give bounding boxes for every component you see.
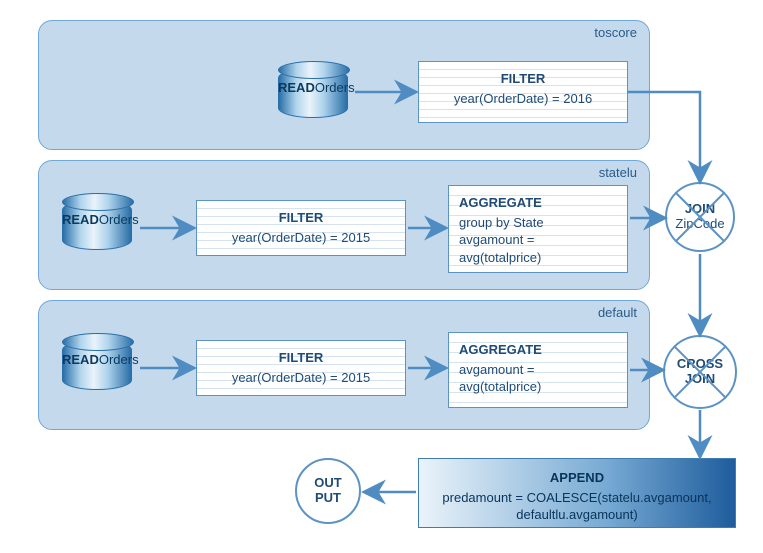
append-node: APPEND predamount = COALESCE(statelu.avg… xyxy=(418,458,736,528)
filter-default: FILTER year(OrderDate) = 2015 xyxy=(196,340,406,396)
append-title: APPEND xyxy=(431,469,723,487)
lane-label-statelu: statelu xyxy=(599,165,637,180)
db-default: READOrders xyxy=(62,340,134,415)
aggregate-statelu: AGGREGATE group by State avgamount = avg… xyxy=(448,185,628,273)
filter-toscore: FILTER year(OrderDate) = 2016 xyxy=(418,61,628,123)
db-statelu: READOrders xyxy=(62,200,134,275)
db-read-label: READ xyxy=(278,80,315,95)
crossjoin-node: CROSS JOIN xyxy=(663,335,737,409)
filter-title: FILTER xyxy=(429,70,617,88)
output-node: OUT PUT xyxy=(295,458,361,524)
db-source-label: Orders xyxy=(315,80,355,95)
filter-cond: year(OrderDate) = 2016 xyxy=(454,91,592,106)
lane-label-toscore: toscore xyxy=(594,25,637,40)
aggregate-default: AGGREGATE avgamount = avg(totalprice) xyxy=(448,332,628,408)
lane-label-default: default xyxy=(598,305,637,320)
filter-statelu: FILTER year(OrderDate) = 2015 xyxy=(196,200,406,256)
db-toscore: READOrders xyxy=(278,68,350,143)
join-node: JOIN ZipCode xyxy=(665,182,735,252)
